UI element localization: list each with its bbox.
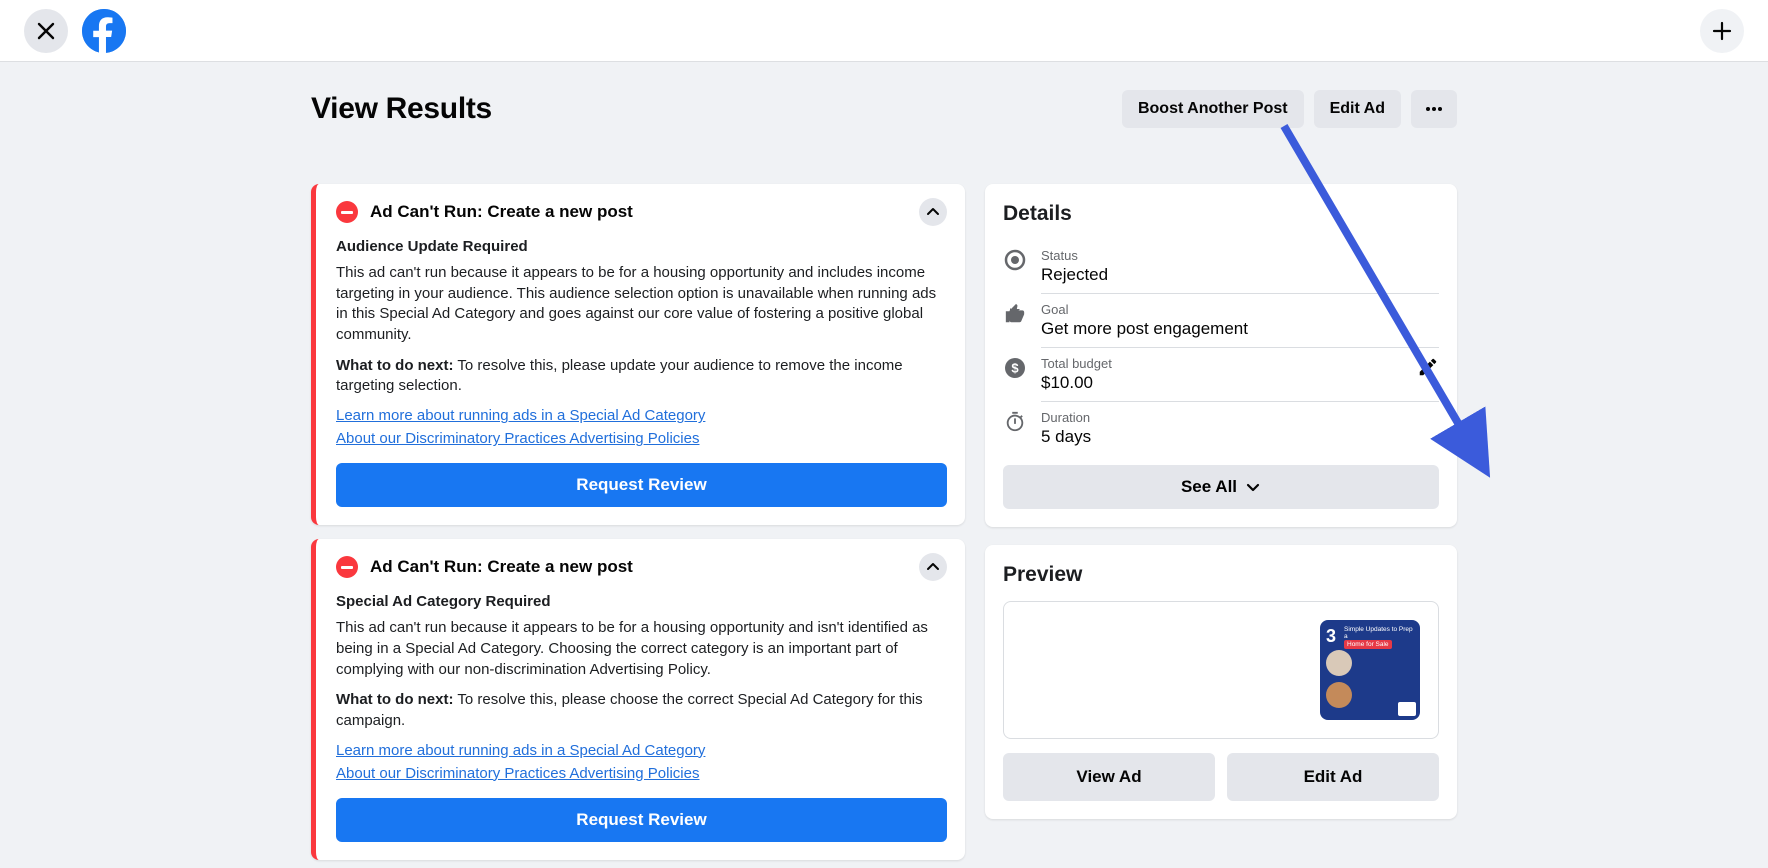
alert-next: What to do next: To resolve this, please…: [336, 356, 947, 397]
budget-icon: $: [1003, 356, 1027, 380]
collapse-button[interactable]: [919, 553, 947, 581]
edit-budget-button[interactable]: [1417, 356, 1439, 378]
boost-another-post-button[interactable]: Boost Another Post: [1122, 90, 1304, 128]
detail-goal: Goal Get more post engagement: [1003, 294, 1439, 347]
status-icon: [1003, 248, 1027, 272]
request-review-button[interactable]: Request Review: [336, 463, 947, 507]
more-options-button[interactable]: [1411, 90, 1457, 128]
error-icon: [336, 201, 358, 223]
see-all-label: See All: [1181, 477, 1237, 497]
main-content: Ad Can't Run: Create a new post Audience…: [311, 156, 1457, 860]
page-header: View Results Boost Another Post Edit Ad: [311, 90, 1457, 128]
facebook-logo[interactable]: [82, 9, 126, 53]
pencil-icon: [1417, 356, 1439, 378]
learn-more-link[interactable]: Learn more about running ads in a Specia…: [336, 407, 705, 424]
alert-card: Ad Can't Run: Create a new post Audience…: [311, 184, 965, 525]
alert-next-label: What to do next:: [336, 691, 453, 708]
alert-title: Ad Can't Run: Create a new post: [370, 202, 633, 222]
policies-link[interactable]: About our Discriminatory Practices Adver…: [336, 430, 699, 447]
duration-icon: [1003, 410, 1027, 434]
duration-label: Duration: [1041, 410, 1439, 425]
preview-edit-ad-button[interactable]: Edit Ad: [1227, 753, 1439, 801]
details-panel: Details Status Rejected: [985, 184, 1457, 527]
plus-icon: [1712, 21, 1732, 41]
details-heading: Details: [1003, 202, 1439, 226]
collapse-button[interactable]: [919, 198, 947, 226]
alert-subtitle: Special Ad Category Required: [336, 593, 947, 610]
budget-label: Total budget: [1041, 356, 1403, 371]
preview-thumbnail[interactable]: 3 Simple Updates to Prep a Home for Sale: [1320, 620, 1420, 720]
detail-duration: Duration 5 days: [1003, 402, 1439, 455]
alert-next: What to do next: To resolve this, please…: [336, 690, 947, 731]
add-button[interactable]: [1700, 9, 1744, 53]
alert-header: Ad Can't Run: Create a new post: [336, 198, 947, 226]
topbar-left: [24, 9, 126, 53]
alert-title: Ad Can't Run: Create a new post: [370, 557, 633, 577]
policies-link[interactable]: About our Discriminatory Practices Adver…: [336, 765, 699, 782]
close-icon: [36, 21, 56, 41]
preview-panel: Preview 3 Simple Updates to Prep a Home …: [985, 545, 1457, 819]
preview-heading: Preview: [1003, 563, 1439, 587]
page-title: View Results: [311, 92, 492, 126]
request-review-button[interactable]: Request Review: [336, 798, 947, 842]
alert-next-label: What to do next:: [336, 357, 453, 374]
goal-icon: [1003, 302, 1027, 326]
thumb-number: 3: [1326, 626, 1336, 647]
duration-value: 5 days: [1041, 427, 1439, 447]
header-actions: Boost Another Post Edit Ad: [1122, 90, 1457, 128]
preview-box: 3 Simple Updates to Prep a Home for Sale: [1003, 601, 1439, 739]
alert-card: Ad Can't Run: Create a new post Special …: [311, 539, 965, 859]
view-ad-button[interactable]: View Ad: [1003, 753, 1215, 801]
status-value: Rejected: [1041, 265, 1439, 285]
thumb-headline: Simple Updates to Prep a Home for Sale: [1344, 626, 1414, 649]
error-icon: [336, 556, 358, 578]
topbar: [0, 0, 1768, 62]
right-column: Details Status Rejected: [985, 184, 1457, 819]
detail-status: Status Rejected: [1003, 240, 1439, 293]
detail-budget: $ Total budget $10.00: [1003, 348, 1439, 401]
chevron-down-icon: [1245, 479, 1261, 495]
chevron-up-icon: [926, 205, 940, 219]
close-button[interactable]: [24, 9, 68, 53]
svg-text:$: $: [1011, 361, 1019, 376]
alert-body: This ad can't run because it appears to …: [336, 263, 947, 346]
budget-value: $10.00: [1041, 373, 1403, 393]
goal-value: Get more post engagement: [1041, 319, 1439, 339]
learn-more-link[interactable]: Learn more about running ads in a Specia…: [336, 742, 705, 759]
status-label: Status: [1041, 248, 1439, 263]
chevron-up-icon: [926, 560, 940, 574]
goal-label: Goal: [1041, 302, 1439, 317]
alerts-column: Ad Can't Run: Create a new post Audience…: [311, 184, 965, 860]
facebook-icon: [82, 9, 126, 53]
alert-body: This ad can't run because it appears to …: [336, 618, 947, 680]
ellipsis-icon: [1425, 100, 1443, 118]
edit-ad-button[interactable]: Edit Ad: [1314, 90, 1401, 128]
see-all-button[interactable]: See All: [1003, 465, 1439, 509]
alert-header: Ad Can't Run: Create a new post: [336, 553, 947, 581]
preview-buttons: View Ad Edit Ad: [1003, 753, 1439, 801]
alert-subtitle: Audience Update Required: [336, 238, 947, 255]
